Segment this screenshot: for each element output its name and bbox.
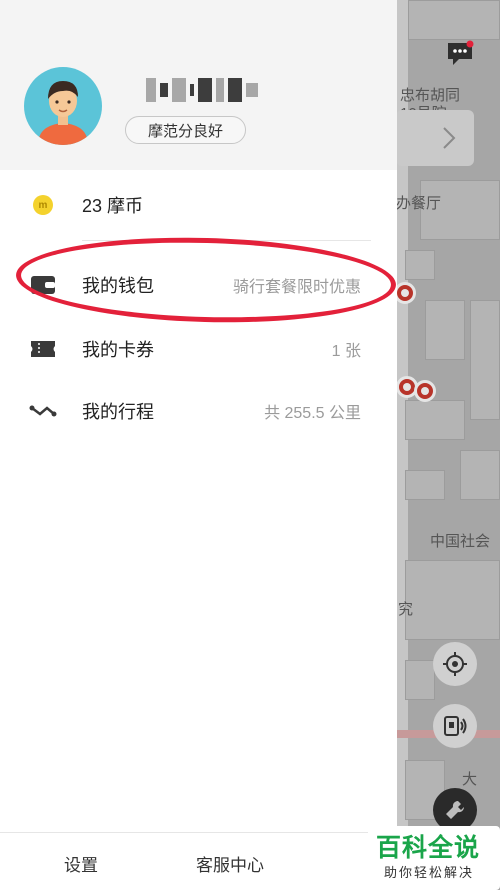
menu-item-wallet[interactable]: 我的钱包 骑行套餐限时优惠 [0, 254, 397, 316]
menu-item-label: 23 摩币 [82, 196, 144, 216]
avatar[interactable] [24, 67, 102, 145]
route-icon [28, 399, 58, 423]
watermark-logo: 百科全说 [376, 834, 481, 862]
menu-item-label: 我的行程 [82, 402, 154, 422]
crosshair-icon [443, 652, 467, 676]
chevron-right-icon [443, 127, 456, 149]
wrench-icon [446, 800, 465, 819]
bike-pin[interactable] [394, 282, 416, 304]
menu-item-coins[interactable]: m 23 摩币 [0, 174, 397, 236]
map-block [405, 660, 435, 700]
menu-item-hint: 1 张 [331, 343, 361, 360]
menu-item-coupons[interactable]: 我的卡券 1 张 [0, 318, 397, 380]
coin-icon: m [28, 193, 58, 217]
map-block [405, 400, 465, 440]
map-block [405, 250, 435, 280]
scan-icon [444, 716, 467, 736]
map-block [460, 450, 500, 500]
ticket-icon [28, 337, 58, 361]
chat-bubble-icon [448, 40, 474, 65]
profile-header[interactable]: 摩范分良好 [0, 0, 397, 170]
locate-button[interactable] [433, 642, 477, 686]
map-block [405, 470, 445, 500]
map-block [405, 560, 500, 640]
credit-score-badge[interactable]: 摩范分良好 [125, 116, 247, 144]
settings-link[interactable]: 设置 [64, 851, 98, 876]
map-label: 中国社会 [430, 533, 491, 550]
menu-item-hint: 骑行套餐限时优惠 [232, 279, 361, 296]
map-block [408, 0, 500, 40]
map-label: 办餐厅 [396, 195, 442, 212]
map-block [425, 300, 465, 360]
map-label: 究 [398, 601, 414, 618]
support-link[interactable]: 客服中心 [196, 851, 264, 876]
map-block [470, 300, 500, 420]
map-banner[interactable] [396, 110, 474, 166]
username-redacted [146, 76, 268, 104]
wallet-icon [28, 273, 58, 297]
drawer-bottom-bar: 设置 客服中心 [0, 832, 397, 890]
menu-item-trips[interactable]: 我的行程 共 255.5 公里 [0, 380, 397, 442]
divider [82, 240, 371, 241]
map-label: 大 [462, 771, 478, 788]
menu-item-label: 我的钱包 [82, 276, 154, 296]
user-avatar-icon [38, 81, 88, 145]
bike-pin[interactable] [414, 380, 436, 402]
menu-item-hint: 共 255.5 公里 [264, 405, 361, 422]
scan-unlock-button[interactable] [433, 704, 477, 748]
message-button[interactable] [442, 36, 478, 72]
watermark-tagline: 助你轻松解决 [384, 865, 475, 880]
side-drawer: 摩范分良好 m 23 摩币 我的钱包 骑行套餐限时优惠 我的卡券 1 张 我的行… [0, 0, 398, 890]
menu-item-label: 我的卡券 [82, 340, 154, 360]
